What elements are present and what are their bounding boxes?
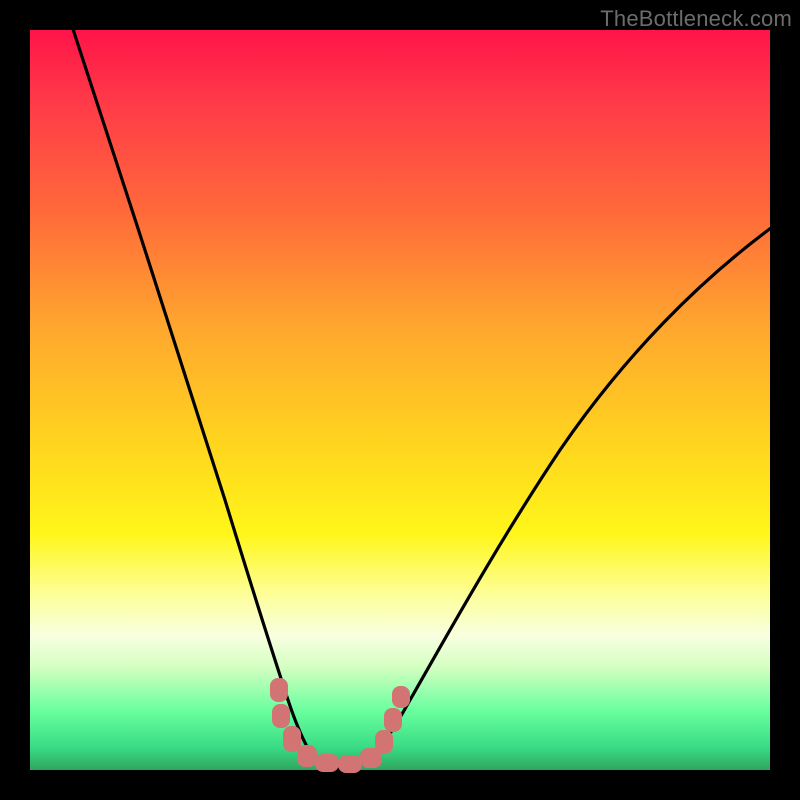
curve-right-branch <box>350 225 775 769</box>
floor-markers-group <box>270 678 410 773</box>
marker <box>297 745 317 767</box>
curve-layer <box>30 30 770 770</box>
watermark-text: TheBottleneck.com <box>600 6 792 32</box>
chart-frame: TheBottleneck.com <box>0 0 800 800</box>
marker <box>392 686 410 708</box>
marker <box>270 678 288 702</box>
marker <box>283 726 301 752</box>
marker <box>384 708 402 732</box>
plot-area <box>30 30 770 770</box>
marker <box>272 704 290 728</box>
marker <box>338 755 362 773</box>
marker <box>315 754 339 772</box>
marker <box>375 730 393 754</box>
curve-left-branch <box>70 20 322 768</box>
